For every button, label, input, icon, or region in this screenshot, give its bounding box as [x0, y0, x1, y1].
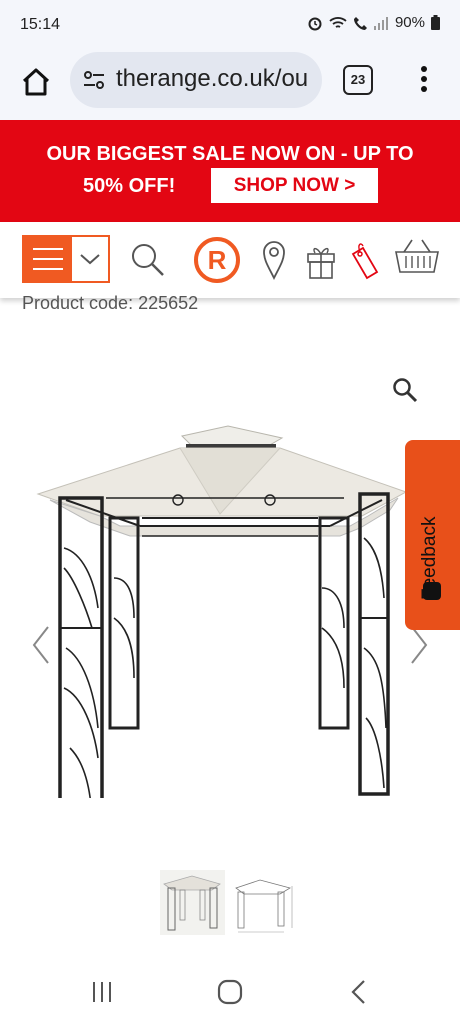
- signal-icon: [373, 16, 388, 30]
- sale-headline: OUR BIGGEST SALE NOW ON - UP TO: [46, 143, 414, 165]
- wifi-icon: [329, 16, 347, 28]
- logo-letter: R: [207, 245, 227, 275]
- basket-icon[interactable]: [394, 236, 440, 276]
- address-bar[interactable]: therange.co.uk/ou: [70, 52, 322, 108]
- url-text[interactable]: therange.co.uk/ou: [116, 65, 312, 93]
- site-settings-icon[interactable]: [82, 68, 106, 92]
- thumbnail-dimensions[interactable]: [230, 872, 296, 936]
- product-code: Product code: 225652: [22, 293, 199, 313]
- browser-toolbar: therange.co.uk/ou 23: [0, 50, 460, 120]
- thumbnail-gazebo[interactable]: [160, 870, 225, 935]
- status-time: 15:14: [20, 16, 61, 33]
- battery-percent: 90%: [394, 14, 425, 31]
- home-nav-icon[interactable]: [217, 979, 243, 1005]
- feedback-smile-icon: [423, 582, 441, 600]
- tab-switcher-button[interactable]: 23: [343, 65, 373, 95]
- sale-banner[interactable]: OUR BIGGEST SALE NOW ON - UP TO 50% OFF!…: [0, 120, 460, 222]
- zoom-icon[interactable]: [392, 377, 418, 403]
- site-header: R: [0, 222, 460, 298]
- feedback-tab[interactable]: Feedback: [405, 440, 460, 630]
- status-bar: 15:14 90%: [0, 0, 460, 50]
- battery-icon: [431, 15, 440, 30]
- menu-button[interactable]: [22, 235, 110, 283]
- home-icon[interactable]: [18, 64, 54, 100]
- recent-apps-icon[interactable]: [90, 980, 114, 1004]
- price-tag-icon[interactable]: [347, 240, 381, 284]
- call-icon: [353, 16, 367, 30]
- next-image-arrow[interactable]: [408, 625, 430, 665]
- sale-discount: 50% OFF!: [83, 175, 176, 197]
- chevron-down-icon[interactable]: [79, 252, 101, 266]
- system-navigation-bar: [0, 965, 460, 1024]
- range-logo[interactable]: R: [193, 236, 241, 284]
- shop-now-button[interactable]: SHOP NOW >: [211, 168, 378, 203]
- gift-icon[interactable]: [306, 240, 336, 280]
- store-locator-icon[interactable]: [262, 240, 286, 280]
- back-icon[interactable]: [350, 979, 368, 1005]
- more-options-icon[interactable]: [414, 64, 434, 94]
- menu-icon[interactable]: [24, 237, 72, 281]
- previous-image-arrow[interactable]: [30, 625, 52, 665]
- status-icons: 90%: [307, 14, 440, 31]
- alarm-icon: [308, 17, 322, 30]
- product-image[interactable]: [30, 418, 410, 798]
- search-icon[interactable]: [128, 240, 166, 278]
